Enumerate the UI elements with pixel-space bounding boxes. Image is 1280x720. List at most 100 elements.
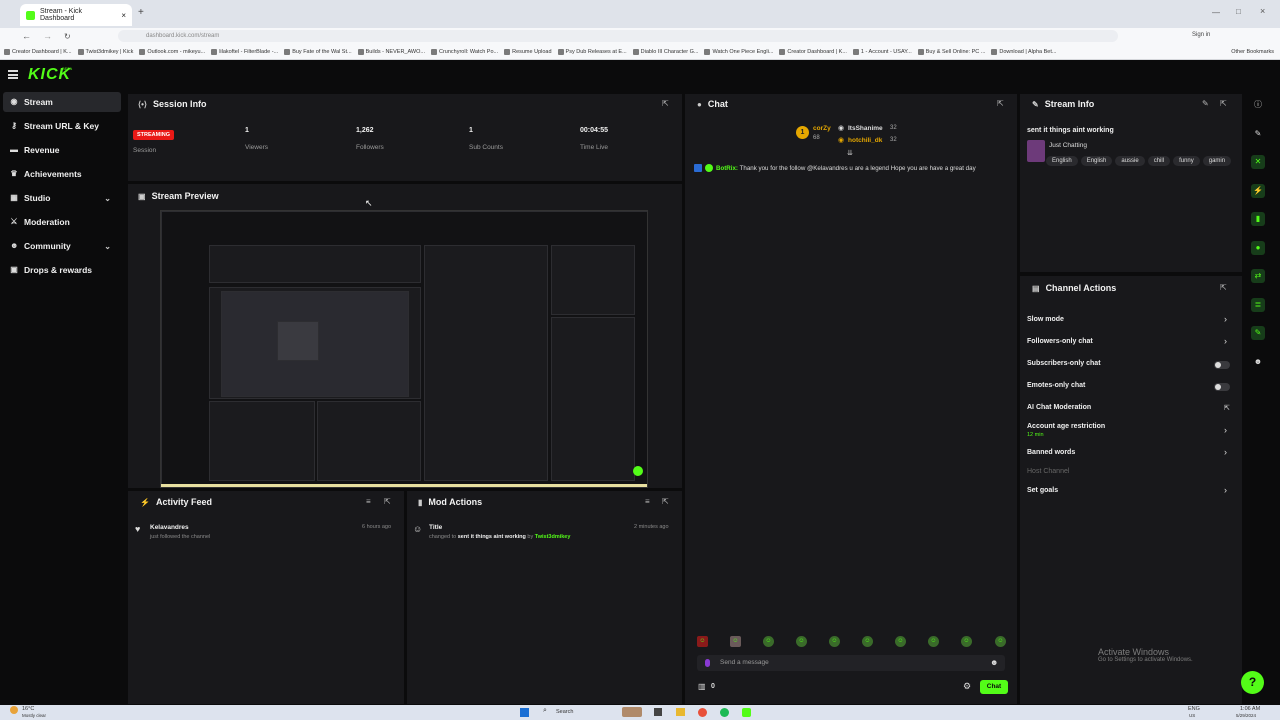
bookmark-icon[interactable]: ▮ bbox=[1251, 212, 1265, 226]
emote-icon[interactable]: ☺ bbox=[862, 636, 873, 647]
emote-icon[interactable]: ☺ bbox=[697, 636, 708, 647]
bookmark-item[interactable]: Buy & Sell Online: PC ... bbox=[917, 48, 985, 55]
bookmark-item[interactable]: Creator Dashboard | K... bbox=[779, 48, 847, 55]
sign-in-button[interactable]: Sign in bbox=[1192, 32, 1210, 38]
sidebar-item-community[interactable]: ☻ Community ⌄ bbox=[3, 236, 121, 256]
sidebar-item-stream[interactable]: ◉ Stream bbox=[3, 92, 121, 112]
new-tab-icon[interactable]: + bbox=[138, 7, 144, 18]
info-icon[interactable]: ⓘ bbox=[1251, 98, 1265, 112]
windows-start-icon[interactable] bbox=[520, 708, 529, 717]
mod-action-user[interactable]: Twist3dmikey bbox=[535, 534, 571, 540]
stream-tag[interactable]: English bbox=[1046, 156, 1078, 166]
list-icon[interactable]: ≣ bbox=[1251, 297, 1265, 312]
folder-icon[interactable] bbox=[676, 708, 685, 716]
help-chat-button[interactable]: ? bbox=[1241, 671, 1264, 694]
chevron-right-icon[interactable]: › bbox=[1224, 425, 1227, 435]
other-bookmarks[interactable]: Other Bookmarks bbox=[1231, 49, 1280, 55]
chevron-right-icon[interactable]: › bbox=[1224, 447, 1227, 457]
emote-icon[interactable]: ☺ bbox=[730, 636, 741, 647]
emote-icon[interactable]: ☺ bbox=[796, 636, 807, 647]
pencil-icon[interactable]: ✎ bbox=[1251, 127, 1265, 141]
bookmark-item[interactable]: Watch One Piece Engli... bbox=[704, 48, 773, 55]
url-field[interactable]: dashboard.kick.com/stream bbox=[118, 30, 1118, 42]
bookmark-item[interactable]: Builds - NEVER_AWO... bbox=[357, 48, 425, 55]
activity-user[interactable]: Kelavandres bbox=[150, 524, 189, 531]
bookmark-item[interactable]: Crunchyroll: Watch Po... bbox=[431, 48, 498, 55]
bookmark-item[interactable]: Download | Alpha Bet... bbox=[991, 48, 1056, 55]
channel-action-label[interactable]: AI Chat Moderation bbox=[1027, 404, 1091, 411]
emote-icon[interactable]: ☺ bbox=[928, 636, 939, 647]
emoji-icon[interactable]: ☻ bbox=[990, 658, 998, 667]
bookmark-item[interactable]: Twist3dmikey | Kick bbox=[77, 48, 133, 55]
filter-activity-icon[interactable]: ≡ bbox=[366, 497, 371, 506]
back-icon[interactable]: ← bbox=[22, 31, 31, 41]
sidebar-item-moderation[interactable]: ⚔ Moderation bbox=[3, 212, 121, 232]
forward-icon[interactable]: → bbox=[43, 31, 52, 41]
channel-action-label[interactable]: Followers-only chat bbox=[1027, 338, 1093, 345]
menu-icon[interactable] bbox=[8, 70, 18, 79]
sidebar-item-stream-url-key[interactable]: ⚷ Stream URL & Key bbox=[3, 116, 121, 136]
expand-icon[interactable]: ✕ bbox=[1251, 155, 1265, 169]
close-window-icon[interactable]: × bbox=[1260, 6, 1265, 16]
chevron-right-icon[interactable]: › bbox=[1224, 314, 1227, 324]
popout-chat-icon[interactable]: ⇱ bbox=[997, 99, 1004, 108]
channel-action-label[interactable]: Emotes-only chat bbox=[1027, 382, 1085, 389]
taskbar-search-icon[interactable]: ⌕ bbox=[543, 707, 547, 715]
popout-session-icon[interactable]: ⇱ bbox=[662, 99, 669, 108]
sidebar-item-revenue[interactable]: ▬ Revenue bbox=[3, 140, 121, 160]
emote-icon[interactable]: ☺ bbox=[895, 636, 906, 647]
popout-activity-icon[interactable]: ⇱ bbox=[384, 497, 391, 506]
bookmark-item[interactable]: Diablo III Character G... bbox=[632, 48, 698, 55]
chat-icon[interactable]: ● bbox=[1251, 240, 1265, 255]
taskbar-app-1[interactable] bbox=[654, 708, 662, 716]
kick-taskbar-icon[interactable] bbox=[742, 708, 751, 717]
sidebar-item-achievements[interactable]: ♛ Achievements bbox=[3, 164, 121, 184]
emote-icon[interactable]: ☺ bbox=[995, 636, 1006, 647]
channel-action-label[interactable]: Banned words bbox=[1027, 449, 1075, 456]
people-icon[interactable]: ☻ bbox=[1251, 355, 1265, 369]
stream-tag[interactable]: gamin bbox=[1202, 156, 1232, 166]
bookmark-item[interactable]: Outlook.com - mikeyu... bbox=[139, 48, 205, 55]
spotify-icon[interactable] bbox=[720, 708, 729, 717]
stream-tag[interactable]: funny bbox=[1173, 156, 1200, 166]
filter-mod-icon[interactable]: ≡ bbox=[645, 497, 650, 506]
close-tab-icon[interactable]: × bbox=[121, 11, 126, 20]
language[interactable]: ENG bbox=[1188, 706, 1200, 712]
leader-1-name[interactable]: corZy bbox=[813, 125, 831, 132]
bookmark-item[interactable]: lilakoftel - FilterBlade -... bbox=[211, 48, 278, 55]
arrows-icon[interactable]: ⇄ bbox=[1251, 269, 1265, 283]
browser-tab[interactable]: Stream - Kick Dashboard × bbox=[20, 4, 132, 26]
popout-mod-icon[interactable]: ⇱ bbox=[662, 497, 669, 506]
bookmark-item[interactable]: Resume Upload bbox=[504, 48, 552, 55]
sidebar-item-studio[interactable]: ▦ Studio ⌄ bbox=[3, 188, 121, 208]
wrench-icon[interactable]: ✎ bbox=[1251, 326, 1265, 340]
stream-tag[interactable]: English bbox=[1080, 156, 1113, 166]
stream-tag[interactable]: aussie bbox=[1115, 156, 1145, 166]
channel-action-label[interactable]: Host Channel bbox=[1027, 468, 1069, 475]
stream-tag[interactable]: chill bbox=[1147, 156, 1171, 166]
taskbar-app-image[interactable] bbox=[622, 707, 642, 717]
maximize-icon[interactable]: □ bbox=[1236, 7, 1241, 16]
leader-2-name[interactable]: ItsShanime bbox=[848, 125, 883, 132]
popout-channel-actions-icon[interactable]: ⇱ bbox=[1220, 283, 1227, 292]
emote-icon[interactable]: ☺ bbox=[763, 636, 774, 647]
bookmark-item[interactable]: Psy Dub Releases at E... bbox=[557, 48, 627, 55]
toggle-switch[interactable] bbox=[1214, 383, 1230, 391]
toggle-switch[interactable] bbox=[1214, 361, 1230, 369]
mic-icon[interactable] bbox=[705, 659, 710, 667]
external-link-icon[interactable]: ⇱ bbox=[1224, 404, 1230, 412]
taskbar-search[interactable]: Search bbox=[556, 709, 573, 715]
chat-message-user[interactable]: BotRix: bbox=[716, 165, 738, 172]
leader-3-name[interactable]: hotchili_dk bbox=[848, 137, 882, 144]
chat-input[interactable]: Send a message bbox=[697, 655, 1005, 671]
firefox-icon[interactable] bbox=[698, 708, 707, 717]
chat-settings-icon[interactable]: ⚙ bbox=[963, 681, 971, 692]
channel-action-label[interactable]: Slow mode bbox=[1027, 316, 1064, 323]
bookmark-item[interactable]: Creator Dashboard | K... bbox=[4, 48, 72, 55]
emote-icon[interactable]: ☺ bbox=[961, 636, 972, 647]
chevron-right-icon[interactable]: › bbox=[1224, 336, 1227, 346]
popout-stream-info-icon[interactable]: ⇱ bbox=[1220, 99, 1227, 108]
reload-icon[interactable]: ↻ bbox=[64, 32, 71, 41]
chevron-right-icon[interactable]: › bbox=[1224, 485, 1227, 495]
bookmark-item[interactable]: 1 - Account - USAY... bbox=[852, 48, 912, 55]
